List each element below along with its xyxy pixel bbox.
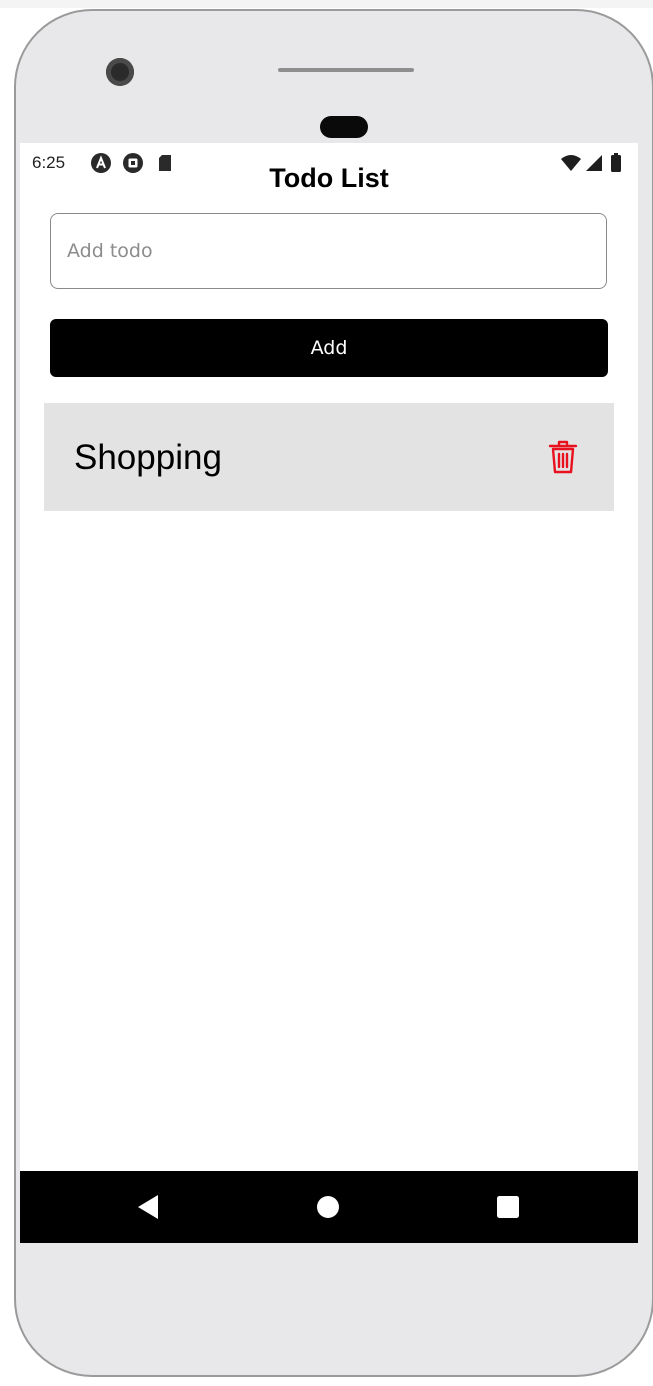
add-button[interactable]: Add [50,319,608,377]
todo-list: Shopping [44,403,614,511]
window-top-strip [0,0,653,8]
page-title: Todo List [269,163,389,193]
todo-text: Shopping [74,438,222,477]
app-screen: 6:25 Todo List Add Shopping [20,143,638,1243]
trash-icon[interactable] [548,440,578,474]
recents-icon[interactable] [494,1193,522,1221]
proximity-sensor [320,116,368,138]
navigation-bar [20,1171,638,1243]
earpiece-speaker [278,68,414,72]
list-item[interactable]: Shopping [44,403,614,511]
add-todo-input[interactable] [50,213,607,289]
front-camera [106,58,134,86]
home-icon[interactable] [314,1193,342,1221]
back-icon[interactable] [134,1193,162,1221]
